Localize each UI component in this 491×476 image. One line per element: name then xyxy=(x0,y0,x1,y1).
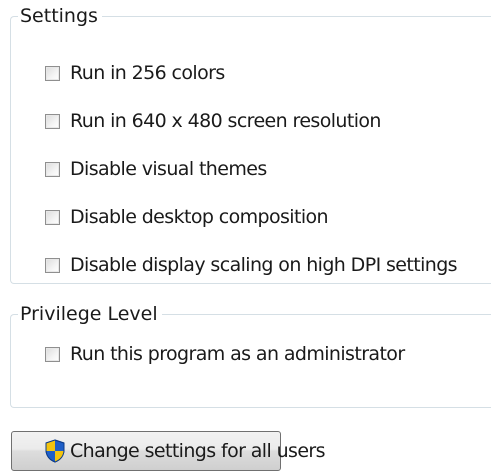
checkbox-box[interactable] xyxy=(45,209,60,225)
checkbox-disable-visual-themes[interactable]: Disable visual themes xyxy=(45,156,267,182)
privilege-group-title: Privilege Level xyxy=(18,303,162,325)
settings-group-title: Settings xyxy=(18,5,102,27)
checkbox-box[interactable] xyxy=(45,161,60,177)
checkbox-box[interactable] xyxy=(45,346,60,362)
settings-groupbox: Settings Run in 256 colors Run in 640 x … xyxy=(10,5,491,284)
checkbox-label: Run in 256 colors xyxy=(70,62,225,84)
checkbox-run-as-administrator[interactable]: Run this program as an administrator xyxy=(45,341,405,367)
checkbox-run-640x480[interactable]: Run in 640 x 480 screen resolution xyxy=(45,108,381,134)
checkbox-box[interactable] xyxy=(45,65,60,81)
checkbox-box[interactable] xyxy=(45,257,60,273)
checkbox-disable-dpi-scaling[interactable]: Disable display scaling on high DPI sett… xyxy=(45,252,458,278)
checkbox-label: Disable desktop composition xyxy=(70,206,329,228)
privilege-level-groupbox: Privilege Level Run this program as an a… xyxy=(10,303,491,408)
checkbox-label: Run in 640 x 480 screen resolution xyxy=(70,110,381,132)
button-label: Change settings for all users xyxy=(70,440,326,462)
checkbox-label: Disable visual themes xyxy=(70,158,267,180)
checkbox-label: Disable display scaling on high DPI sett… xyxy=(70,254,458,276)
checkbox-label: Run this program as an administrator xyxy=(70,343,405,365)
checkbox-box[interactable] xyxy=(45,113,60,129)
checkbox-disable-desktop-composition[interactable]: Disable desktop composition xyxy=(45,204,329,230)
checkbox-run-256-colors[interactable]: Run in 256 colors xyxy=(45,60,225,86)
uac-shield-icon xyxy=(45,439,65,463)
change-settings-all-users-button[interactable]: Change settings for all users xyxy=(11,431,326,471)
